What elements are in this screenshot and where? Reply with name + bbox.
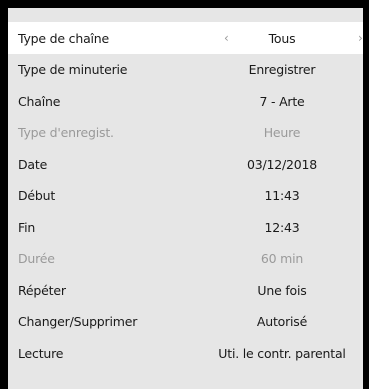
row-value: 12:43 — [264, 219, 300, 235]
row-label: Type de chaîne — [18, 30, 110, 46]
row-label: Début — [18, 188, 56, 204]
panel-top-strip — [8, 8, 363, 22]
row-value: Uti. le contr. parental — [218, 345, 346, 361]
row-channel[interactable]: Chaîne 7 - Arte — [8, 86, 363, 118]
row-value: 11:43 — [264, 188, 300, 204]
row-label: Type de minuterie — [18, 62, 128, 78]
row-label: Type d'enregist. — [18, 125, 114, 141]
row-value: 7 - Arte — [259, 93, 305, 109]
row-label: Durée — [18, 251, 55, 267]
row-date[interactable]: Date 03/12/2018 — [8, 149, 363, 181]
timer-settings-panel: Type de chaîne ‹ Tous › Type de minuteri… — [8, 8, 363, 389]
row-label: Changer/Supprimer — [18, 314, 138, 330]
row-value: Autorisé — [256, 314, 308, 330]
row-label: Répéter — [18, 282, 66, 298]
row-value: Une fois — [257, 282, 307, 298]
row-start[interactable]: Début 11:43 — [8, 180, 363, 212]
row-value: 60 min — [260, 251, 304, 267]
row-record-type: Type d'enregist. Heure — [8, 117, 363, 149]
row-label: Fin — [18, 219, 36, 235]
row-channel-type[interactable]: Type de chaîne ‹ Tous › — [8, 22, 363, 54]
row-label: Chaîne — [18, 93, 61, 109]
row-value: Enregistrer — [248, 62, 316, 78]
row-value: Heure — [263, 125, 301, 141]
chevron-right-icon[interactable]: › — [358, 31, 363, 45]
row-change-delete[interactable]: Changer/Supprimer Autorisé — [8, 306, 363, 338]
row-duration: Durée 60 min — [8, 243, 363, 275]
row-label: Lecture — [18, 345, 64, 361]
row-end[interactable]: Fin 12:43 — [8, 212, 363, 244]
row-value: Tous — [268, 30, 296, 46]
row-label: Date — [18, 156, 48, 172]
row-value: 03/12/2018 — [246, 156, 318, 172]
row-repeat[interactable]: Répéter Une fois — [8, 275, 363, 307]
row-playback[interactable]: Lecture Uti. le contr. parental — [8, 338, 363, 370]
row-timer-type[interactable]: Type de minuterie Enregistrer — [8, 54, 363, 86]
